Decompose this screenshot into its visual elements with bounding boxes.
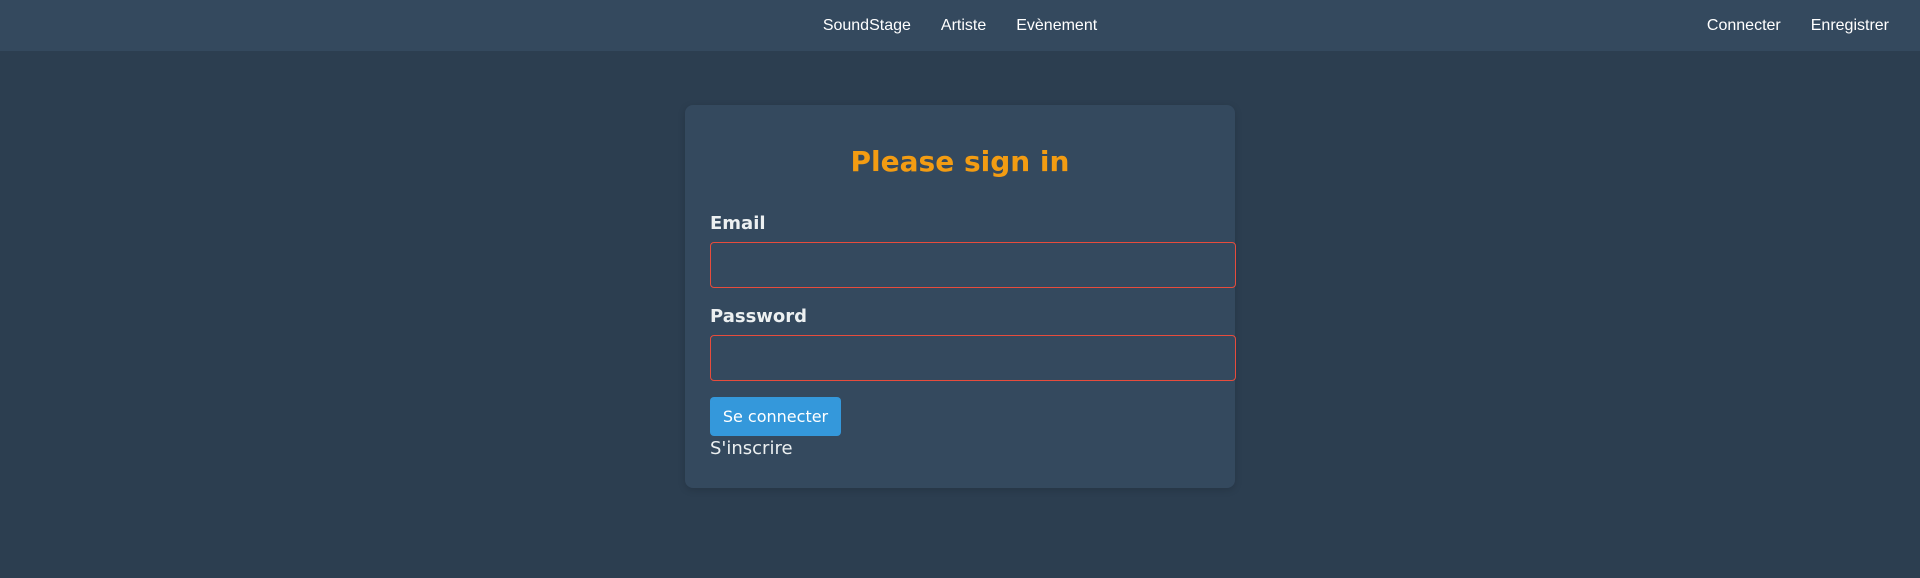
nav-link-connecter[interactable]: Connecter bbox=[1707, 17, 1781, 35]
nav-link-soundstage[interactable]: SoundStage bbox=[823, 17, 911, 35]
password-field[interactable] bbox=[710, 335, 1236, 381]
nav-link-evenement[interactable]: Evènement bbox=[1016, 17, 1097, 35]
nav-center-links: SoundStage Artiste Evènement bbox=[0, 0, 1920, 51]
nav-link-enregistrer[interactable]: Enregistrer bbox=[1811, 17, 1889, 35]
top-navbar: SoundStage Artiste Evènement Connecter E… bbox=[0, 0, 1920, 51]
password-label: Password bbox=[710, 306, 808, 327]
sign-in-button[interactable]: Se connecter bbox=[710, 397, 841, 436]
email-label: Email bbox=[710, 213, 766, 234]
login-title: Please sign in bbox=[850, 145, 1070, 178]
email-field[interactable] bbox=[710, 242, 1236, 288]
signup-link[interactable]: S'inscrire bbox=[710, 440, 793, 458]
nav-auth-links: Connecter Enregistrer bbox=[1707, 0, 1889, 51]
nav-link-artiste[interactable]: Artiste bbox=[941, 17, 986, 35]
